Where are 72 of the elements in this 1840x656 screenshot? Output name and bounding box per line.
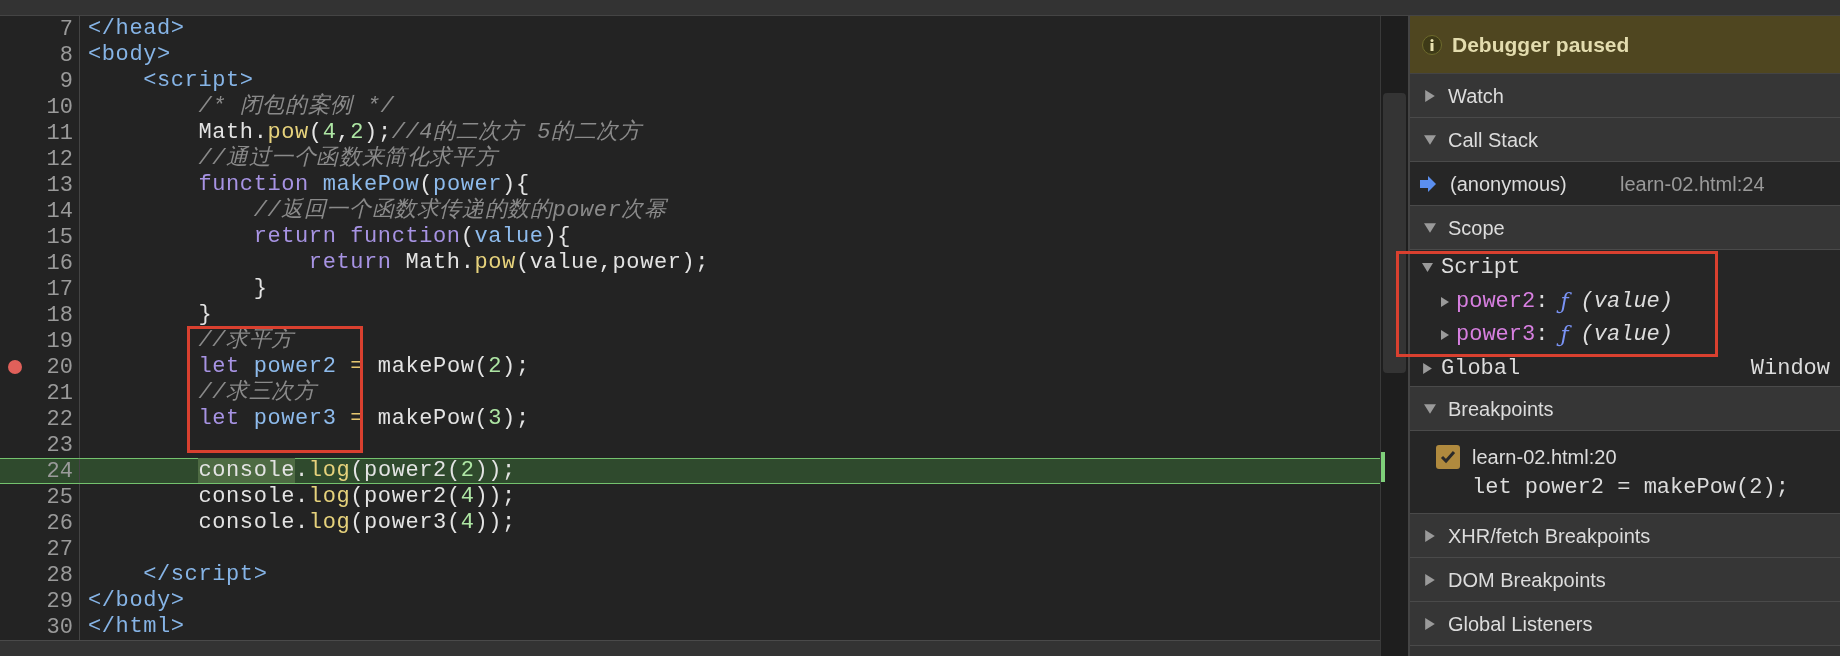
code-line: function makePow(power){: [197, 172, 530, 197]
code-line: /* 闭包的案例 */: [197, 94, 395, 120]
line-number: 26: [46, 509, 73, 538]
line-number: 30: [46, 613, 73, 640]
scrollbar[interactable]: [1380, 16, 1408, 656]
line-number: 10: [46, 93, 73, 122]
expanded-triangle-icon[interactable]: [1424, 133, 1436, 146]
line-number: 9: [59, 67, 73, 96]
expanded-triangle-icon[interactable]: [1424, 221, 1436, 234]
frame-name: (anonymous): [1450, 171, 1568, 197]
collapsed-triangle-icon[interactable]: [1424, 529, 1436, 542]
call-frame[interactable]: (anonymous) learn-02.html:24: [1410, 162, 1840, 206]
frame-location: learn-02.html:24: [1620, 171, 1765, 197]
collapsed-triangle-icon[interactable]: [1424, 89, 1436, 102]
line-number: 8: [59, 41, 73, 70]
line-number: 7: [59, 16, 73, 44]
code-line: //返回一个函数求传递的数的power次幂: [252, 198, 667, 224]
scope-row[interactable]: Global Window: [1410, 351, 1840, 386]
code-line: </body>: [87, 588, 185, 614]
breakpoint-marker[interactable]: [8, 360, 22, 374]
code-line: Math.pow(4,2);//4的二次方 5的二次方: [197, 120, 642, 145]
arrow-icon: [1420, 175, 1436, 192]
collapsed-triangle-icon[interactable]: [1424, 617, 1436, 630]
collapsed-triangle-icon[interactable]: [1422, 363, 1433, 374]
line-number: 14: [46, 197, 73, 226]
line-number: 24: [46, 457, 73, 486]
line-number: 21: [46, 379, 73, 408]
collapsed-triangle-icon[interactable]: [1424, 573, 1436, 586]
line-number: 19: [46, 327, 73, 356]
horizontal-scrollbar[interactable]: [0, 640, 1380, 656]
code-line: return Math.pow(value,power);: [307, 250, 710, 276]
line-number: 27: [46, 535, 73, 564]
expanded-triangle-icon[interactable]: [1424, 402, 1436, 415]
code-line: }: [252, 276, 268, 302]
line-number: 20: [46, 353, 73, 382]
line-number: 23: [46, 431, 73, 460]
code-line: //求三次方: [197, 380, 317, 406]
line-number: 13: [46, 171, 73, 200]
code-line: </html>: [87, 614, 185, 640]
breakpoint-location[interactable]: learn-02.html:20: [1472, 441, 1789, 473]
line-number: 22: [46, 405, 73, 434]
property-row[interactable]: power3: ƒ (value): [1410, 318, 1840, 351]
line-number: 18: [46, 301, 73, 330]
code-line: console.log(power2(2));: [197, 458, 516, 484]
code-line: return function(value){: [252, 224, 572, 250]
line-number: 25: [46, 483, 73, 512]
line-number: 11: [46, 119, 73, 148]
expanded-triangle-icon[interactable]: [1422, 262, 1433, 273]
line-number: 17: [46, 275, 73, 304]
breakpoint-code: let power2 = makePow(2);: [1472, 474, 1789, 502]
line-number: 28: [46, 561, 73, 590]
code-line: //通过一个函数来简化求平方: [197, 146, 498, 172]
scope-row[interactable]: Script: [1410, 250, 1840, 285]
line-number: 29: [46, 587, 73, 616]
info-icon: [1422, 34, 1442, 55]
line-number: 12: [46, 145, 73, 174]
code-line: console.log(power3(4));: [197, 510, 516, 536]
code-line: </head>: [87, 16, 185, 42]
checkbox[interactable]: [1436, 445, 1460, 469]
status-message: Debugger paused: [1452, 31, 1630, 58]
line-number: 16: [46, 249, 73, 278]
collapsed-triangle-icon[interactable]: [1440, 296, 1450, 307]
code-line: console.log(power2(4));: [197, 484, 516, 510]
code-line: }: [197, 302, 213, 328]
collapsed-triangle-icon[interactable]: [1440, 329, 1450, 340]
code-line: <script>: [142, 68, 254, 94]
code-line: <body>: [87, 42, 171, 68]
code-line: //求平方: [197, 328, 294, 354]
code-line: </script>: [142, 562, 268, 588]
line-number: 15: [46, 223, 73, 252]
check-icon: [1440, 450, 1456, 464]
property-row[interactable]: power2: ƒ (value): [1410, 285, 1840, 318]
